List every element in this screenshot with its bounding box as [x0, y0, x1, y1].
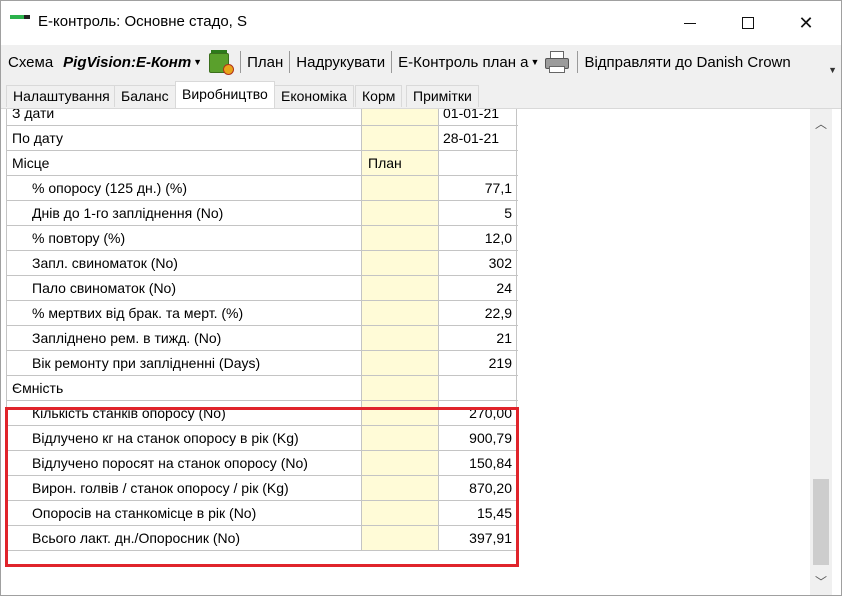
window-title: Е-контроль: Основне стадо, S	[38, 13, 248, 30]
title-bar: Е-контроль: Основне стадо, S ✕	[1, 1, 841, 45]
chevron-down-icon: ▼	[530, 57, 540, 67]
grid-row[interactable]: Днів до 1-го запліднення (No) 5	[6, 201, 518, 226]
highlight-box	[5, 407, 519, 567]
maximize-button[interactable]	[725, 1, 771, 45]
grid-row[interactable]: Місце План	[6, 151, 518, 176]
tab-production[interactable]: Виробництво	[175, 81, 275, 108]
maximize-icon	[742, 17, 754, 29]
row-label: % повтору (%)	[32, 230, 126, 246]
value-cell: 28-01-21	[439, 126, 517, 150]
scroll-down-icon[interactable]: ﹀	[810, 571, 832, 591]
scheme-label: Схема	[8, 53, 54, 71]
grid-row[interactable]: Ємність	[6, 376, 518, 401]
value-cell: 5	[439, 201, 517, 225]
value-cell: 24	[439, 276, 517, 300]
close-button[interactable]: ✕	[783, 1, 829, 45]
plan-cell[interactable]	[361, 326, 439, 350]
row-label: % мертвих від брак. та мерт. (%)	[32, 305, 244, 321]
vertical-scrollbar[interactable]: ︿ ﹀	[810, 109, 832, 595]
close-icon: ✕	[798, 12, 814, 33]
scrollbar-thumb[interactable]	[813, 479, 829, 565]
row-label: Днів до 1-го запліднення (No)	[32, 205, 224, 221]
plan-cell[interactable]	[361, 226, 439, 250]
scheme-dropdown-value: PigVision:E-Конт	[63, 53, 192, 71]
row-label: З дати	[12, 109, 55, 121]
tab-strip: Налаштування Баланс Виробництво Економік…	[1, 79, 841, 109]
value-cell: 21	[439, 326, 517, 350]
plan-cell[interactable]	[361, 276, 439, 300]
value-cell: 01-01-21	[439, 109, 517, 125]
toolbar-divider	[391, 51, 393, 73]
plan-button[interactable]: План	[245, 54, 285, 71]
plan-cell[interactable]	[361, 301, 439, 325]
printer-icon[interactable]	[544, 49, 570, 75]
row-label: Запл. свиноматок (No)	[32, 255, 178, 271]
row-label: Місце	[12, 155, 50, 171]
row-label: % опоросу (125 дн.) (%)	[32, 180, 187, 196]
plan-cell[interactable]	[361, 251, 439, 275]
tab-notes[interactable]: Примітки	[406, 85, 479, 107]
value-cell: 219	[439, 351, 517, 375]
plan-calendar-icon[interactable]	[207, 49, 235, 75]
grid-row[interactable]: Пало свиноматок (No) 24	[6, 276, 518, 301]
toolbar-divider	[240, 51, 242, 73]
value-cell	[439, 376, 517, 400]
chevron-down-icon: ▼	[193, 57, 203, 67]
tab-settings[interactable]: Налаштування	[6, 85, 117, 107]
toolbar: Схема PigVision:E-Конт ▼ План Надрукуват…	[1, 45, 841, 79]
row-label: Запліднено рем. в тижд. (No)	[32, 330, 222, 346]
plan-cell[interactable]	[361, 109, 439, 125]
plan-cell[interactable]	[361, 126, 439, 150]
grid-row[interactable]: З дати 01-01-21	[6, 109, 518, 126]
tab-feed[interactable]: Корм	[355, 85, 403, 107]
toolbar-divider	[577, 51, 579, 73]
minimize-icon	[684, 22, 696, 24]
grid-row[interactable]: Вік ремонту при заплідненні (Days) 219	[6, 351, 518, 376]
toolbar-divider	[289, 51, 291, 73]
tab-balance[interactable]: Баланс	[114, 85, 176, 107]
grid-row[interactable]: По дату 28-01-21	[6, 126, 518, 151]
value-cell: 77,1	[439, 176, 517, 200]
plan-cell[interactable]	[361, 176, 439, 200]
scroll-up-icon[interactable]: ︿	[810, 113, 832, 133]
send-to-danish-crown-button[interactable]: Відправляти до Danish Crown	[582, 54, 792, 71]
value-cell: 302	[439, 251, 517, 275]
production-panel: З дати 01-01-21 По дату 28-01-21 Місце План% …	[2, 109, 810, 595]
grid-row[interactable]: Запліднено рем. в тижд. (No) 21	[6, 326, 518, 351]
value-cell: 22,9	[439, 301, 517, 325]
value-cell	[439, 151, 517, 175]
toolbar-overflow-icon[interactable]: ▼	[828, 65, 837, 75]
row-label: Пало свиноматок (No)	[32, 280, 177, 296]
minimize-button[interactable]	[667, 1, 713, 45]
plan-cell[interactable]: План	[361, 151, 439, 175]
row-label: Вік ремонту при заплідненні (Days)	[32, 355, 261, 371]
grid-row[interactable]: % мертвих від брак. та мерт. (%) 22,9	[6, 301, 518, 326]
grid-row[interactable]: % повтору (%) 12,0	[6, 226, 518, 251]
report-dropdown-value: E-Контроль план а	[398, 53, 529, 71]
app-window: Е-контроль: Основне стадо, S ✕ Схема Pig…	[0, 0, 842, 596]
row-label: Ємність	[12, 380, 64, 396]
tab-economics[interactable]: Економіка	[274, 85, 354, 107]
grid-row[interactable]: Запл. свиноматок (No) 302	[6, 251, 518, 276]
app-logo-icon	[10, 15, 30, 27]
row-label: По дату	[12, 130, 63, 146]
scheme-dropdown[interactable]: PigVision:E-Конт ▼	[61, 54, 204, 71]
value-cell: 12,0	[439, 226, 517, 250]
report-dropdown[interactable]: E-Контроль план а ▼	[396, 54, 541, 71]
plan-cell[interactable]	[361, 201, 439, 225]
print-button[interactable]: Надрукувати	[294, 54, 387, 71]
plan-cell[interactable]	[361, 351, 439, 375]
grid-row[interactable]: % опоросу (125 дн.) (%) 77,1	[6, 176, 518, 201]
plan-cell[interactable]	[361, 376, 439, 400]
